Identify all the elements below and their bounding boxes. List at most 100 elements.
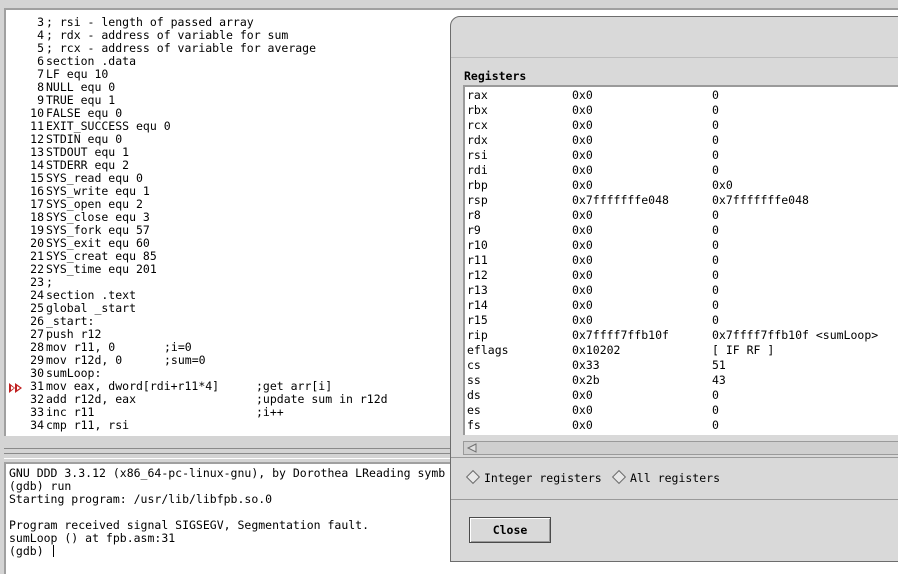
console-text: (gdb) (9, 544, 51, 558)
scroll-left-arrow-icon[interactable] (466, 443, 478, 453)
register-name: ds (467, 388, 481, 402)
register-name: rbx (467, 103, 488, 117)
register-natural-value: 0 (712, 313, 719, 327)
register-raw-value: 0x0 (572, 298, 593, 312)
register-row[interactable]: r12 0x0 0 (465, 268, 898, 283)
register-natural-value: 0 (712, 103, 719, 117)
console-text: GNU DDD 3.3.12 (x86_64-pc-linux-gnu), by… (9, 466, 446, 480)
register-natural-value: 0 (712, 388, 719, 402)
register-raw-value: 0x0 (572, 223, 593, 237)
register-raw-value: 0x10202 (572, 343, 621, 357)
register-name: eflags (467, 343, 509, 357)
register-natural-value: 0 (712, 268, 719, 282)
register-row[interactable]: r13 0x0 0 (465, 283, 898, 298)
register-raw-value: 0x0 (572, 148, 593, 162)
register-raw-value: 0x7ffff7ffb10f (572, 328, 669, 342)
register-raw-value: 0x0 (572, 118, 593, 132)
register-row[interactable]: r9 0x0 0 (465, 223, 898, 238)
register-row[interactable]: r10 0x0 0 (465, 238, 898, 253)
register-name: r9 (467, 223, 481, 237)
register-natural-value: 0 (712, 118, 719, 132)
register-row[interactable]: rbx 0x0 0 (465, 103, 898, 118)
register-row[interactable]: ss 0x2b 43 (465, 373, 898, 388)
register-name: rsp (467, 193, 488, 207)
register-row[interactable]: rcx 0x0 0 (465, 118, 898, 133)
register-raw-value: 0x33 (572, 358, 600, 372)
register-name: es (467, 403, 481, 417)
register-row[interactable]: fs 0x0 0 (465, 418, 898, 433)
register-natural-value: 0 (712, 88, 719, 102)
register-row[interactable]: rsi 0x0 0 (465, 148, 898, 163)
registers-table[interactable]: rax 0x0 0 rbx 0x0 0 rcx 0x0 0 rdx 0x0 0 rsi 0x0 0 rdi 0x… (463, 85, 898, 435)
dialog-separator (451, 499, 898, 500)
register-natural-value: 0 (712, 298, 719, 312)
console-text: Starting program: /usr/lib/libfpb.so.0 (9, 492, 273, 506)
register-natural-value: 0 (712, 283, 719, 297)
register-name: rdx (467, 133, 488, 147)
register-raw-value: 0x0 (572, 208, 593, 222)
dialog-header (451, 17, 898, 58)
register-row[interactable]: rdi 0x0 0 (465, 163, 898, 178)
register-natural-value: 0 (712, 253, 719, 267)
register-name: rdi (467, 163, 488, 177)
console-text: (gdb) run (9, 479, 72, 493)
register-raw-value: 0x0 (572, 103, 593, 117)
register-row[interactable]: rax 0x0 0 (465, 88, 898, 103)
register-row[interactable]: eflags 0x10202 [ IF RF ] (465, 343, 898, 358)
text-cursor (52, 545, 54, 557)
horizontal-scrollbar[interactable] (463, 441, 898, 455)
close-button[interactable]: Close (469, 517, 551, 543)
register-row[interactable]: rdx 0x0 0 (465, 133, 898, 148)
register-row[interactable]: r14 0x0 0 (465, 298, 898, 313)
register-name: ss (467, 373, 481, 387)
register-natural-value: 0x7fffffffe048 (712, 193, 809, 207)
register-row[interactable]: es 0x0 0 (465, 403, 898, 418)
register-raw-value: 0x2b (572, 373, 600, 387)
register-raw-value: 0x0 (572, 388, 593, 402)
register-row[interactable]: rsp 0x7fffffffe048 0x7fffffffe048 (465, 193, 898, 208)
dialog-separator (451, 457, 898, 458)
register-name: rip (467, 328, 488, 342)
register-row[interactable]: r11 0x0 0 (465, 253, 898, 268)
register-natural-value: 0 (712, 133, 719, 147)
console-text: sumLoop () at fpb.asm:31 (9, 531, 176, 545)
register-name: cs (467, 358, 481, 372)
register-name: fs (467, 418, 481, 432)
register-row[interactable]: r15 0x0 0 (465, 313, 898, 328)
register-name: r10 (467, 238, 488, 252)
register-natural-value: 51 (712, 358, 726, 372)
source-comment: ;sum=0 (164, 353, 206, 367)
all-registers-radio[interactable]: All registers (611, 469, 721, 487)
register-raw-value: 0x0 (572, 163, 593, 177)
register-natural-value: 0 (712, 403, 719, 417)
register-natural-value: 0 (712, 163, 719, 177)
register-name: r11 (467, 253, 488, 267)
register-name: r8 (467, 208, 481, 222)
register-name: r13 (467, 283, 488, 297)
register-name: rcx (467, 118, 488, 132)
register-row[interactable]: ds 0x0 0 (465, 388, 898, 403)
radio-diamond-icon (611, 469, 627, 485)
register-raw-value: 0x0 (572, 178, 593, 192)
register-row[interactable]: cs 0x33 51 (465, 358, 898, 373)
integer-registers-radio[interactable]: Integer registers (465, 469, 602, 487)
registers-title: Registers (464, 69, 527, 83)
register-natural-value: 0 (712, 208, 719, 222)
register-name: rsi (467, 148, 488, 162)
register-row[interactable]: rbp 0x0 0x0 (465, 178, 898, 193)
register-natural-value: 0x7ffff7ffb10f <sumLoop> (712, 328, 879, 342)
register-name: rbp (467, 178, 488, 192)
register-natural-value: 0 (712, 223, 719, 237)
register-raw-value: 0x0 (572, 268, 593, 282)
register-natural-value: 43 (712, 373, 726, 387)
register-natural-value: 0 (712, 418, 719, 432)
line-number: 34 (30, 418, 44, 432)
register-row[interactable]: r8 0x0 0 (465, 208, 898, 223)
console-line: Starting program: /usr/lib/libfpb.so.0 (9, 493, 272, 506)
register-name: r14 (467, 298, 488, 312)
all-registers-label: All registers (630, 471, 721, 485)
register-row[interactable]: rip 0x7ffff7ffb10f 0x7ffff7ffb10f <sumLoop… (465, 328, 898, 343)
register-raw-value: 0x7fffffffe048 (572, 193, 669, 207)
register-natural-value: 0x0 (712, 178, 733, 192)
register-raw-value: 0x0 (572, 403, 593, 417)
